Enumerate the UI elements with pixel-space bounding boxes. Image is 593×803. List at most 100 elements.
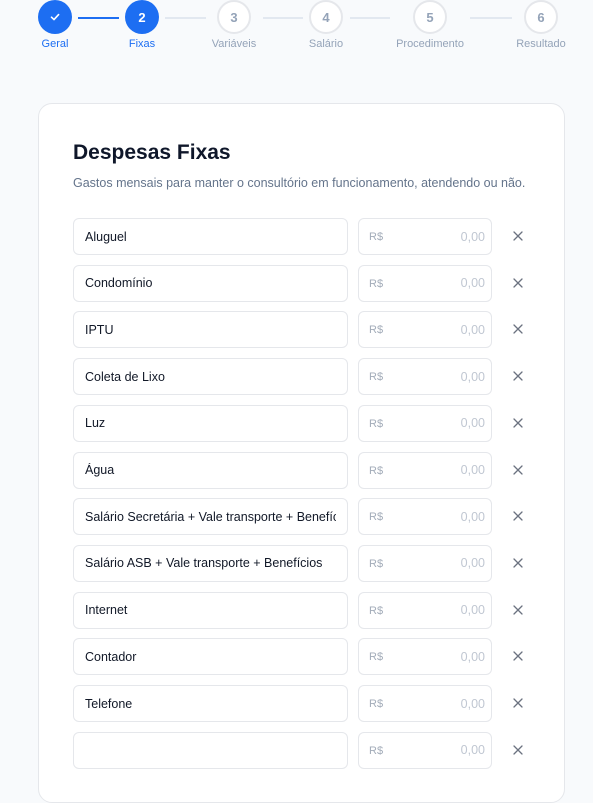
currency-prefix: R$ xyxy=(369,698,384,710)
close-icon xyxy=(513,324,523,335)
expense-row: R$ xyxy=(73,404,533,442)
expense-value-input[interactable] xyxy=(399,499,485,535)
expense-value-input[interactable] xyxy=(399,219,485,254)
step-salario[interactable]: 4 Salário xyxy=(291,0,361,50)
step-variaveis[interactable]: 3 Variáveis xyxy=(199,0,269,50)
expense-name-input[interactable] xyxy=(73,731,348,769)
expense-name-input[interactable] xyxy=(73,591,348,629)
expense-name-input[interactable] xyxy=(73,264,348,302)
currency-prefix: R$ xyxy=(369,557,384,570)
close-icon xyxy=(513,745,523,755)
expense-value-input[interactable] xyxy=(399,732,485,768)
expense-value-field[interactable]: R$ xyxy=(358,731,492,769)
expense-value-input[interactable] xyxy=(399,405,485,441)
expense-value-input[interactable] xyxy=(399,312,485,348)
expense-value-input[interactable] xyxy=(399,265,485,301)
remove-expense-button[interactable] xyxy=(509,741,527,759)
expense-row: R$ xyxy=(73,638,533,676)
currency-prefix: R$ xyxy=(369,464,384,477)
expense-value-field[interactable]: R$ xyxy=(358,311,492,349)
expense-row: R$ xyxy=(73,358,533,396)
step-circle: 6 xyxy=(524,0,558,34)
expense-name-input[interactable] xyxy=(73,358,348,396)
expense-name-input[interactable] xyxy=(73,404,348,442)
card-title: Despesas Fixas xyxy=(73,141,231,164)
expense-value-field[interactable]: R$ xyxy=(358,218,492,255)
check-icon xyxy=(50,13,60,21)
close-icon xyxy=(513,278,523,288)
progress-stepper: Geral 2 Fixas 3 Variáveis 4 Salário 5 Pr… xyxy=(0,0,593,60)
remove-expense-button[interactable] xyxy=(509,554,527,572)
step-label: Procedimento xyxy=(396,38,464,50)
expense-row: R$ xyxy=(73,685,533,722)
expense-value-input[interactable] xyxy=(399,359,485,395)
expense-value-input[interactable] xyxy=(399,639,485,675)
expense-name-input[interactable] xyxy=(73,218,348,255)
expense-name-input[interactable] xyxy=(73,311,348,349)
expense-value-field[interactable]: R$ xyxy=(358,404,492,442)
remove-expense-button[interactable] xyxy=(509,367,527,385)
expense-value-field[interactable]: R$ xyxy=(358,358,492,396)
remove-expense-button[interactable] xyxy=(509,414,527,432)
expense-value-field[interactable]: R$ xyxy=(358,685,492,722)
step-fixas[interactable]: 2 Fixas xyxy=(107,0,177,50)
step-label: Salário xyxy=(308,38,344,50)
remove-expense-button[interactable] xyxy=(509,461,527,479)
currency-prefix: R$ xyxy=(369,417,384,430)
remove-expense-button[interactable] xyxy=(509,601,527,619)
expense-name-input[interactable] xyxy=(73,451,348,489)
close-icon xyxy=(513,604,523,615)
close-icon xyxy=(513,651,523,661)
step-geral[interactable]: Geral xyxy=(20,0,90,50)
step-circle: 5 xyxy=(413,0,447,34)
expense-row: R$ xyxy=(73,264,533,302)
close-icon xyxy=(513,371,523,381)
expense-value-field[interactable]: R$ xyxy=(358,264,492,302)
step-label: Resultado xyxy=(516,38,566,50)
expense-value-input[interactable] xyxy=(399,452,485,488)
expense-value-field[interactable]: R$ xyxy=(358,638,492,676)
step-label: Fixas xyxy=(128,38,156,50)
step-label: Geral xyxy=(41,38,69,50)
currency-prefix: R$ xyxy=(369,744,384,757)
step-circle: 4 xyxy=(309,0,343,34)
close-icon xyxy=(513,558,523,568)
expense-name-input[interactable] xyxy=(73,544,348,582)
close-icon xyxy=(513,418,523,428)
remove-expense-button[interactable] xyxy=(509,227,527,245)
currency-prefix: R$ xyxy=(369,277,384,290)
currency-prefix: R$ xyxy=(369,324,384,337)
expense-name-input[interactable] xyxy=(73,498,348,536)
expense-row: R$ xyxy=(73,311,533,349)
currency-prefix: R$ xyxy=(369,511,384,524)
currency-prefix: R$ xyxy=(369,651,384,664)
expense-row: R$ xyxy=(73,544,533,582)
expense-value-field[interactable]: R$ xyxy=(358,451,492,489)
expense-name-input[interactable] xyxy=(73,685,348,722)
currency-prefix: R$ xyxy=(369,371,384,384)
expense-value-field[interactable]: R$ xyxy=(358,498,492,536)
remove-expense-button[interactable] xyxy=(509,694,527,712)
remove-expense-button[interactable] xyxy=(509,507,527,525)
currency-prefix: R$ xyxy=(369,604,384,617)
remove-expense-button[interactable] xyxy=(509,647,527,665)
remove-expense-button[interactable] xyxy=(509,320,527,338)
step-label: Variáveis xyxy=(211,38,257,50)
fixed-expenses-card: Despesas Fixas Gastos mensais para mante… xyxy=(38,103,565,803)
expense-value-input[interactable] xyxy=(399,592,485,628)
step-procedimento[interactable]: 5 Procedimento xyxy=(395,0,465,50)
expense-value-input[interactable] xyxy=(399,686,485,721)
expense-row: R$ xyxy=(73,498,533,536)
close-icon xyxy=(513,464,523,475)
expense-value-field[interactable]: R$ xyxy=(358,591,492,629)
close-icon xyxy=(513,511,523,521)
expense-value-field[interactable]: R$ xyxy=(358,544,492,582)
remove-expense-button[interactable] xyxy=(509,274,527,292)
expense-row: R$ xyxy=(73,591,533,629)
step-resultado[interactable]: 6 Resultado xyxy=(506,0,576,50)
step-circle: 2 xyxy=(125,0,159,34)
expense-row: R$ xyxy=(73,731,533,769)
expense-value-input[interactable] xyxy=(399,545,485,581)
expense-name-input[interactable] xyxy=(73,638,348,676)
close-icon xyxy=(513,698,523,708)
